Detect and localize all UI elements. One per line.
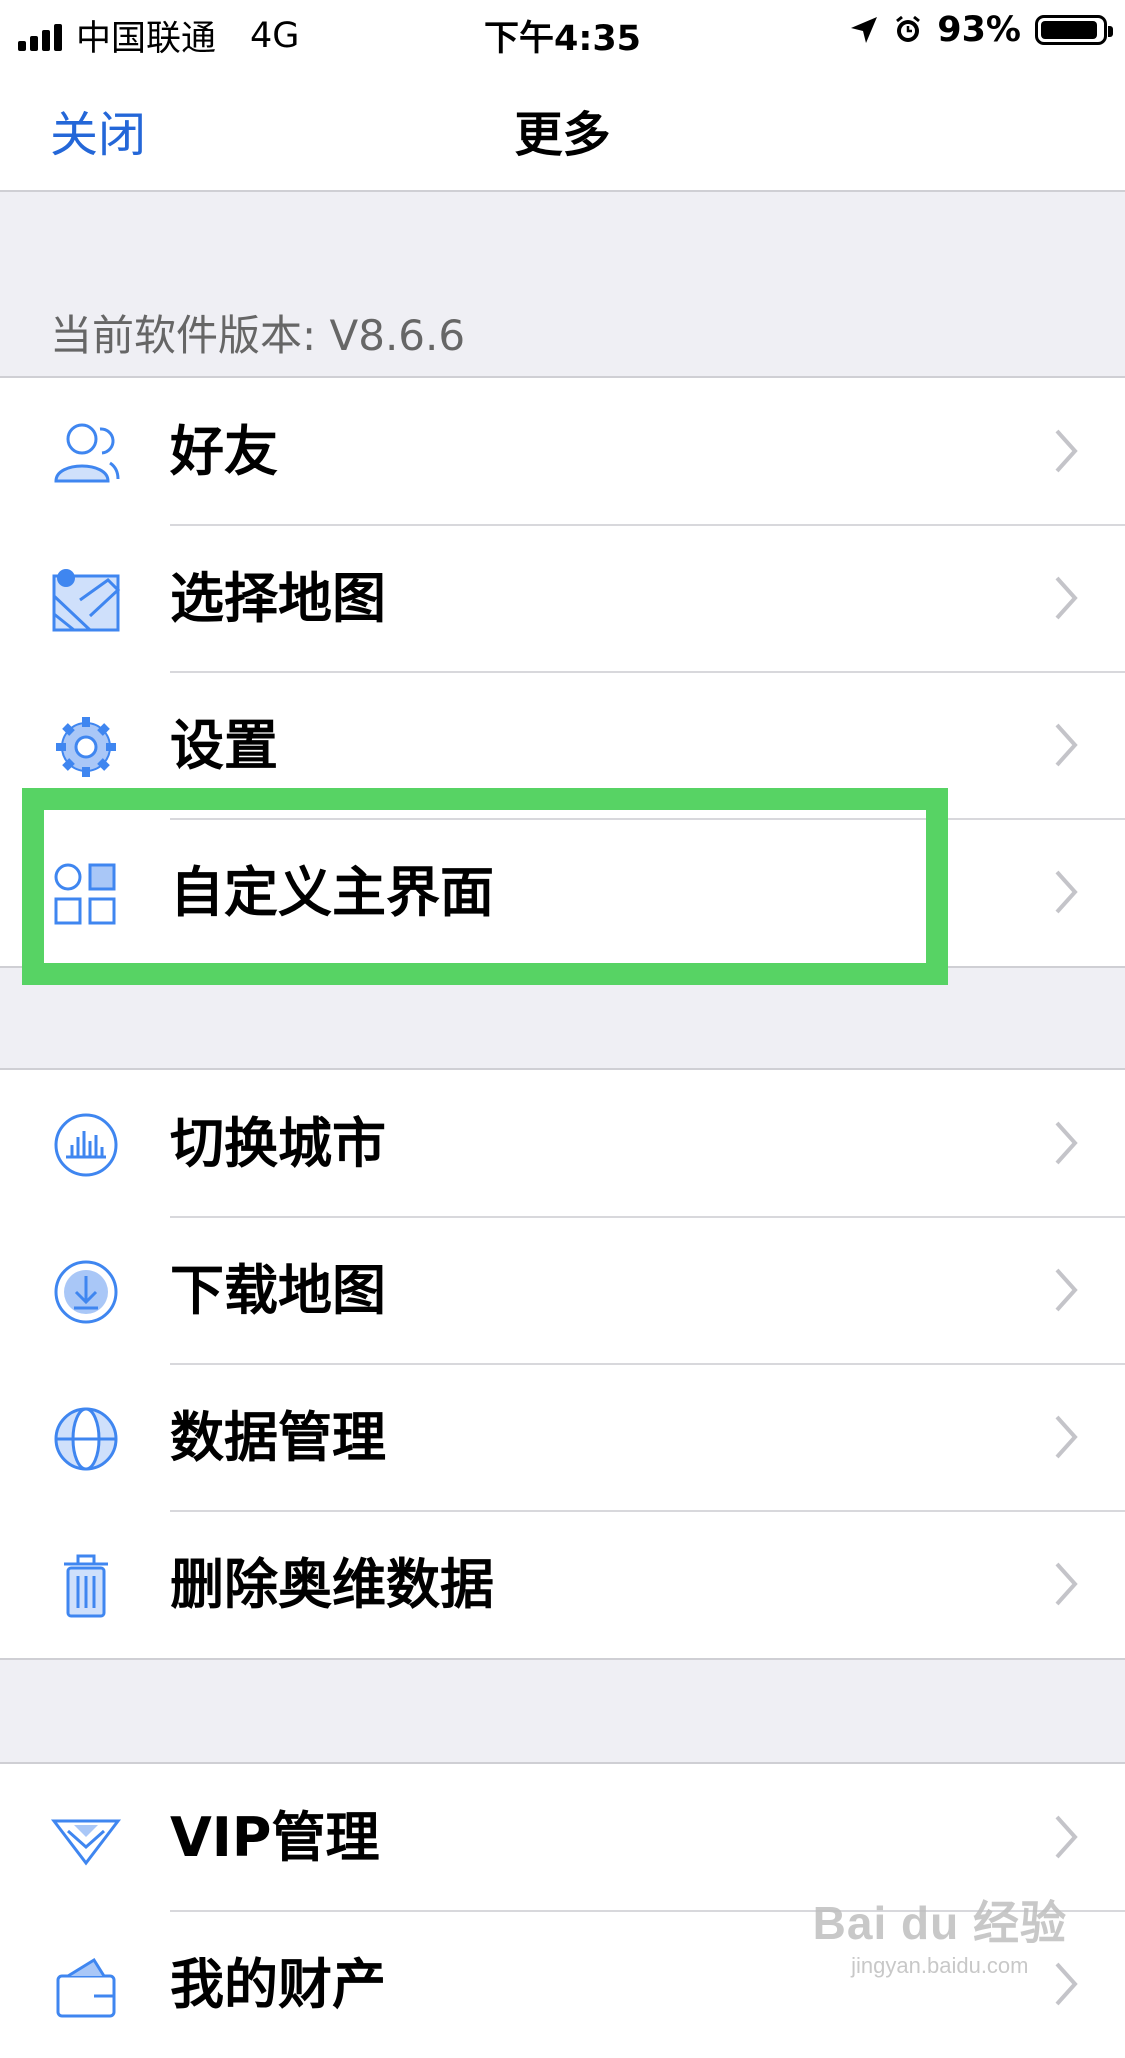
chevron-right-icon	[1055, 1815, 1078, 1859]
menu-item-label: VIP管理	[170, 1806, 380, 1869]
chevron-right-icon	[1055, 429, 1078, 473]
globe-icon	[50, 1405, 122, 1473]
battery-percent: 93%	[937, 10, 1021, 50]
menu-item-label: 好友	[170, 420, 278, 483]
menu-item-label: 删除奥维数据	[170, 1553, 494, 1616]
menu-item-download-map[interactable]: 下载地图	[0, 1217, 1125, 1365]
watermark-main: Bai du 经验	[812, 1897, 1067, 1949]
page-title: 更多	[514, 107, 611, 163]
grid-icon	[50, 860, 122, 928]
menu-item-label: 数据管理	[170, 1406, 386, 1469]
watermark-sub: jingyan.baidu.com	[851, 1953, 1029, 1978]
menu-item-settings[interactable]: 设置	[0, 672, 1125, 820]
chevron-right-icon	[1055, 1415, 1078, 1459]
menu-item-friends[interactable]: 好友	[0, 378, 1125, 526]
menu-item-label: 下载地图	[170, 1259, 386, 1322]
version-label: 当前软件版本: V8.6.6	[50, 311, 466, 360]
wallet-icon	[50, 1952, 122, 2020]
chevron-right-icon	[1055, 1562, 1078, 1606]
menu-item-label: 设置	[170, 714, 278, 777]
navigation-bar: 关闭 更多	[0, 62, 1125, 192]
chevron-right-icon	[1055, 723, 1078, 767]
menu-item-switch-city[interactable]: 切换城市	[0, 1070, 1125, 1218]
menu-item-label: 选择地图	[170, 567, 386, 630]
menu-group-account: 好友 选择地图 设置 自定义主界面	[0, 376, 1125, 968]
menu-item-customize-home[interactable]: 自定义主界面	[0, 819, 1125, 966]
map-icon	[50, 566, 122, 634]
alarm-icon	[896, 15, 921, 42]
status-right: 93%	[849, 10, 1113, 50]
battery-icon	[1035, 15, 1113, 45]
chevron-right-icon	[1055, 1268, 1078, 1312]
battery-level	[1041, 21, 1097, 39]
chevron-right-icon	[1055, 1121, 1078, 1165]
menu-item-select-map[interactable]: 选择地图	[0, 525, 1125, 673]
menu-group-data: 切换城市 下载地图 数据管理 删除奥维数据	[0, 1068, 1125, 1660]
city-icon	[50, 1111, 122, 1179]
download-icon	[50, 1258, 122, 1326]
gear-icon	[50, 713, 122, 781]
friends-icon	[50, 419, 122, 487]
menu-item-label: 自定义主界面	[170, 861, 494, 924]
chevron-right-icon	[1055, 870, 1078, 914]
trash-icon	[50, 1552, 122, 1620]
location-arrow-icon	[851, 17, 878, 43]
chevron-right-icon	[1055, 576, 1078, 620]
watermark: Bai du 经验 jingyan.baidu.com	[813, 1887, 1067, 1979]
status-bar: 中国联通 4G 下午4:35 93%	[0, 0, 1125, 62]
menu-item-label: 我的财产	[170, 1953, 386, 2016]
menu-item-data-management[interactable]: 数据管理	[0, 1364, 1125, 1512]
menu-item-label: 切换城市	[170, 1112, 386, 1175]
vip-icon	[50, 1805, 122, 1873]
menu-item-delete-data[interactable]: 删除奥维数据	[0, 1511, 1125, 1658]
